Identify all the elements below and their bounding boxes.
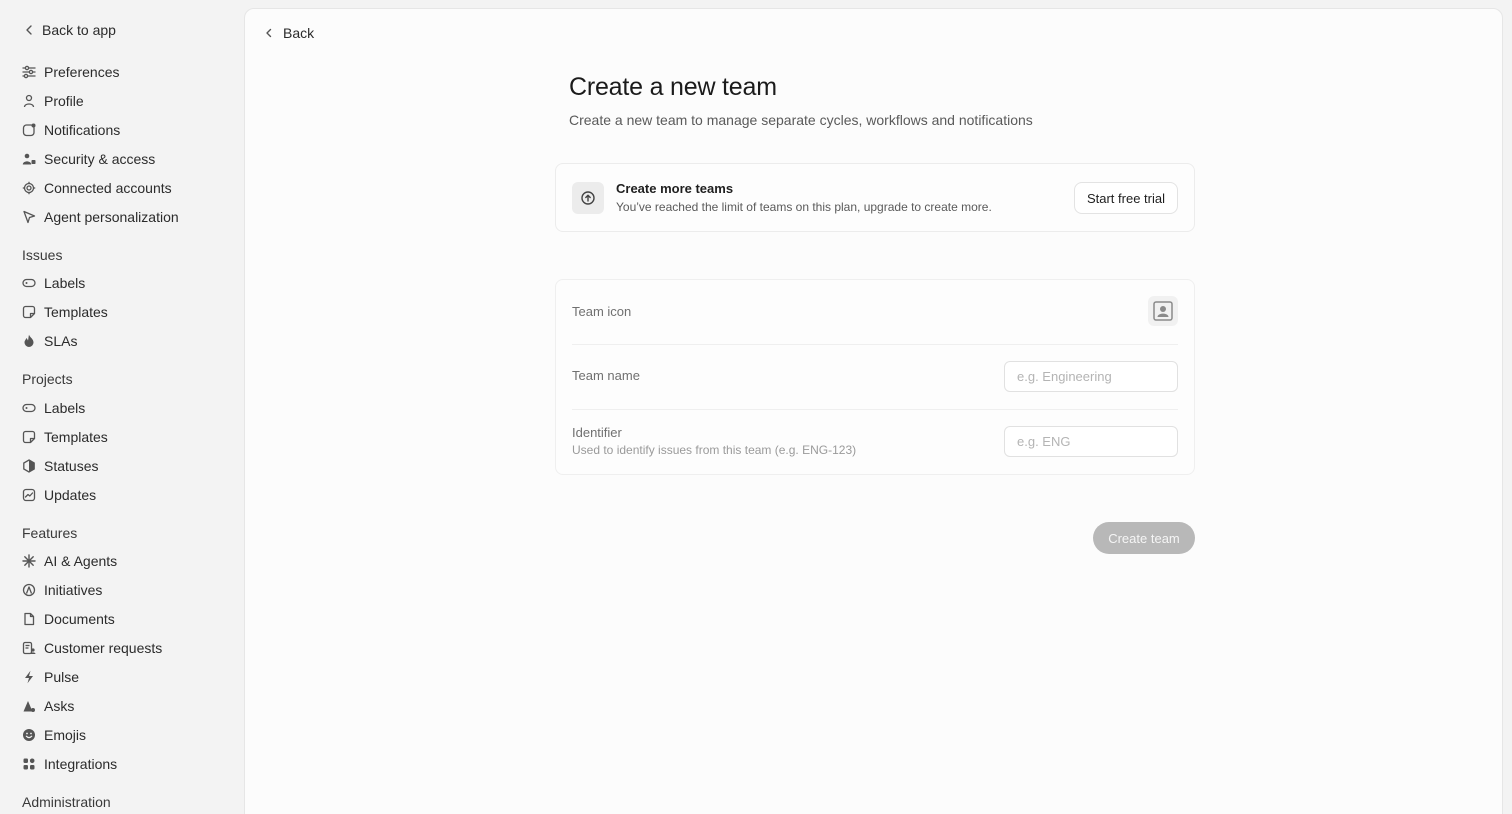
sidebar-item-connected-accounts[interactable]: Connected accounts xyxy=(22,177,172,199)
sidebar-item-label: Labels xyxy=(44,400,86,416)
pulse-icon xyxy=(22,670,36,684)
back-button[interactable]: Back xyxy=(263,23,314,43)
sidebar-item-initiatives[interactable]: Initiatives xyxy=(22,579,102,601)
team-icon-label: Team icon xyxy=(572,304,632,319)
team-name-row: Team name xyxy=(572,345,1178,409)
chevron-left-icon xyxy=(266,28,272,38)
sidebar-item-issue-templates[interactable]: Templates xyxy=(22,301,108,323)
sidebar-item-label: SLAs xyxy=(44,333,78,349)
create-team-button[interactable]: Create team xyxy=(1093,522,1195,554)
team-icon-row: Team icon xyxy=(572,280,1178,344)
team-icon-picker[interactable] xyxy=(1148,296,1178,326)
chevron-left-icon xyxy=(26,25,32,35)
sidebar-item-label: Preferences xyxy=(44,64,120,80)
upgrade-arrow-icon xyxy=(572,182,604,214)
upgrade-title: Create more teams xyxy=(616,181,734,196)
settings-sidebar: Back to app Preferences Profile Notifica… xyxy=(0,0,244,814)
team-name-label: Team name xyxy=(572,368,640,383)
person-icon xyxy=(22,94,36,108)
tag-icon xyxy=(22,276,36,290)
sidebar-item-label: Profile xyxy=(44,93,84,109)
sidebar-item-preferences[interactable]: Preferences xyxy=(22,61,119,83)
template-icon xyxy=(22,430,36,444)
chart-icon xyxy=(22,488,36,502)
section-title-projects: Projects xyxy=(22,371,73,387)
hexagon-icon xyxy=(22,459,36,473)
sidebar-item-label: Templates xyxy=(44,304,108,320)
sidebar-item-label: Asks xyxy=(44,698,75,714)
sidebar-item-label: Emojis xyxy=(44,727,87,743)
sidebar-item-label: Labels xyxy=(44,275,86,291)
back-button-label: Back xyxy=(283,25,315,41)
identifier-input[interactable] xyxy=(1004,426,1178,457)
smiley-icon xyxy=(22,728,36,742)
sidebar-item-profile[interactable]: Profile xyxy=(22,90,84,112)
sidebar-item-label: Updates xyxy=(44,487,97,503)
upgrade-description: You’ve reached the limit of teams on thi… xyxy=(616,200,992,214)
sliders-icon xyxy=(22,65,36,79)
section-title-issues: Issues xyxy=(22,247,63,263)
sidebar-item-updates[interactable]: Updates xyxy=(22,484,96,506)
team-form: Team icon Team name Identifier Used to i… xyxy=(555,279,1195,475)
sidebar-item-documents[interactable]: Documents xyxy=(22,608,115,630)
page-title: Create a new team xyxy=(569,73,777,101)
sidebar-item-emojis[interactable]: Emojis xyxy=(22,724,86,746)
team-avatar-icon xyxy=(1153,301,1173,321)
sidebar-item-label: Pulse xyxy=(44,669,80,685)
notification-icon xyxy=(22,123,36,137)
sparkle-icon xyxy=(22,554,36,568)
sidebar-item-label: Integrations xyxy=(44,756,118,772)
sidebar-item-project-labels[interactable]: Labels xyxy=(22,397,85,419)
template-icon xyxy=(22,305,36,319)
sidebar-item-slas[interactable]: SLAs xyxy=(22,330,77,352)
sidebar-item-integrations[interactable]: Integrations xyxy=(22,753,117,775)
list-user-icon xyxy=(22,641,36,655)
sidebar-item-label: Initiatives xyxy=(44,582,103,598)
sidebar-item-label: Documents xyxy=(44,611,115,627)
sidebar-item-label: Connected accounts xyxy=(44,180,172,196)
people-lock-icon xyxy=(22,152,36,166)
gear-icon xyxy=(22,181,36,195)
sidebar-item-customer-requests[interactable]: Customer requests xyxy=(22,637,162,659)
sidebar-item-pulse[interactable]: Pulse xyxy=(22,666,79,688)
upgrade-banner: Create more teams You’ve reached the lim… xyxy=(555,163,1195,232)
sidebar-item-ai-agents[interactable]: AI & Agents xyxy=(22,550,117,572)
back-to-app-link[interactable]: Back to app xyxy=(22,20,116,40)
sidebar-item-label: Notifications xyxy=(44,122,121,138)
document-icon xyxy=(22,612,36,626)
sidebar-item-notifications[interactable]: Notifications xyxy=(22,119,120,141)
sidebar-item-issue-labels[interactable]: Labels xyxy=(22,272,85,294)
tag-icon xyxy=(22,401,36,415)
sidebar-item-label: Security & access xyxy=(44,151,156,167)
flame-icon xyxy=(22,334,36,348)
sidebar-item-label: Customer requests xyxy=(44,640,163,656)
cursor-icon xyxy=(22,210,36,224)
sidebar-item-label: AI & Agents xyxy=(44,553,118,569)
sidebar-item-statuses[interactable]: Statuses xyxy=(22,455,98,477)
page-subtitle: Create a new team to manage separate cyc… xyxy=(569,112,1033,128)
identifier-row: Identifier Used to identify issues from … xyxy=(572,410,1178,476)
grid-icon xyxy=(22,757,36,771)
main-panel: Back Create a new team Create a new team… xyxy=(244,8,1503,814)
start-free-trial-button[interactable]: Start free trial xyxy=(1073,182,1178,214)
asks-icon xyxy=(22,699,36,713)
back-to-app-label: Back to app xyxy=(42,22,116,38)
sidebar-item-asks[interactable]: Asks xyxy=(22,695,74,717)
sidebar-item-label: Statuses xyxy=(44,458,99,474)
identifier-hint: Used to identify issues from this team (… xyxy=(572,443,857,457)
sidebar-item-label: Templates xyxy=(44,429,108,445)
section-title-administration: Administration xyxy=(22,794,111,810)
sidebar-item-label: Agent personalization xyxy=(44,209,179,225)
sidebar-item-security[interactable]: Security & access xyxy=(22,148,155,170)
identifier-label: Identifier xyxy=(572,425,622,440)
sidebar-item-project-templates[interactable]: Templates xyxy=(22,426,108,448)
team-name-input[interactable] xyxy=(1004,361,1178,392)
initiative-icon xyxy=(22,583,36,597)
section-title-features: Features xyxy=(22,525,78,541)
sidebar-item-agent-personalization[interactable]: Agent personalization xyxy=(22,206,179,228)
